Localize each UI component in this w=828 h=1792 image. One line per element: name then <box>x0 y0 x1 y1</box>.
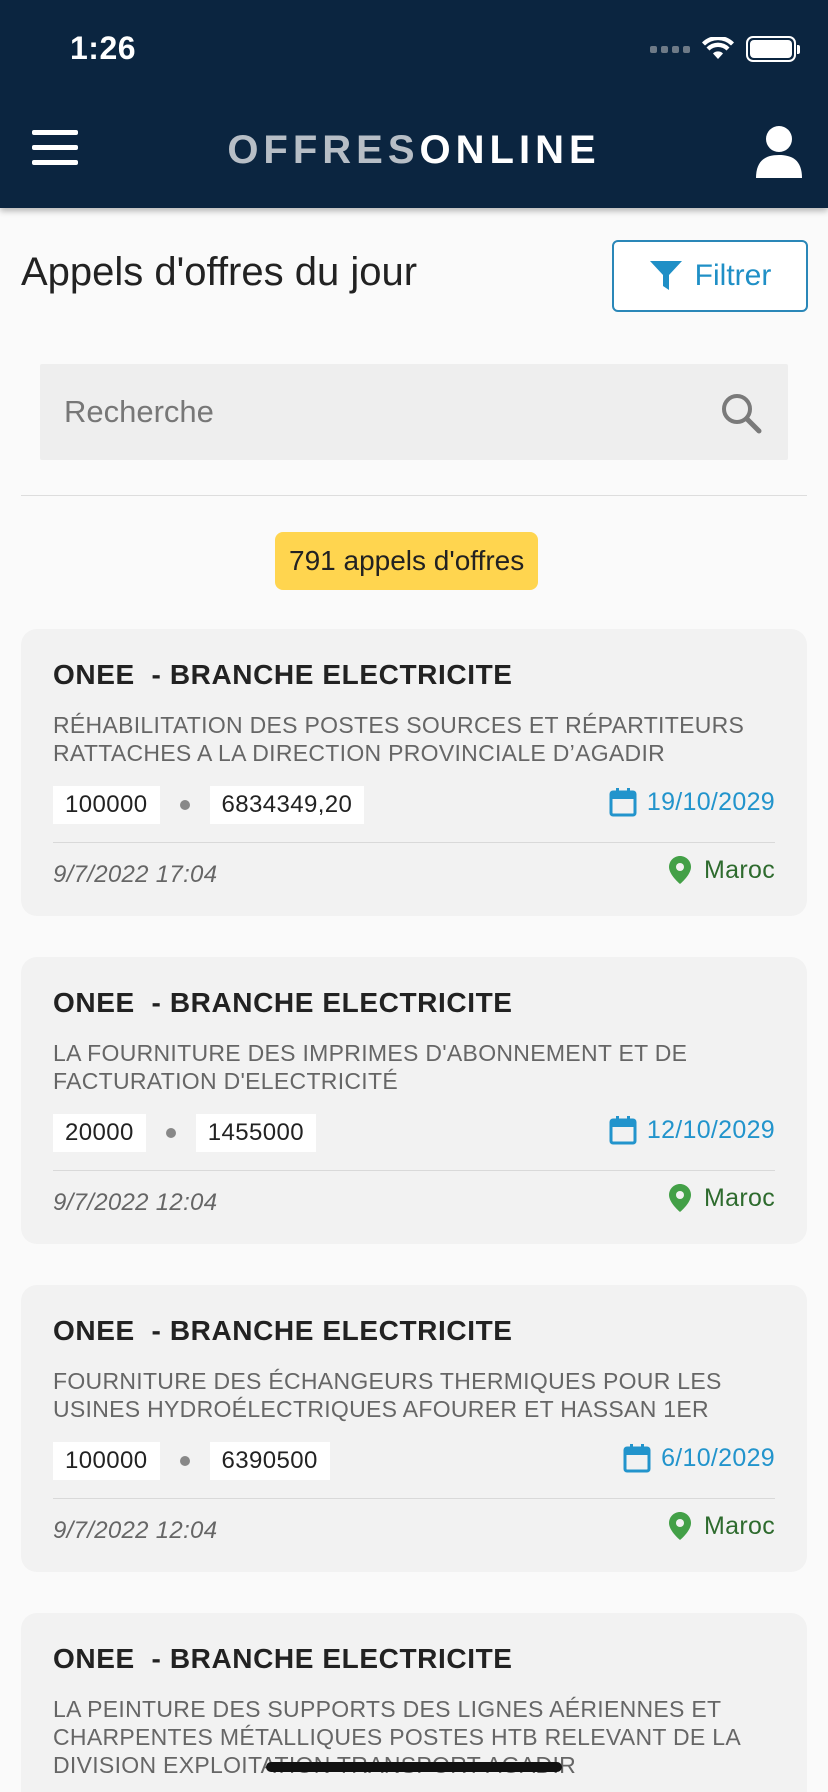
tender-description: LA FOURNITURE DES IMPRIMES D'ABONNEMENT … <box>53 1040 688 1094</box>
app-header: 1:26 OFFRESONLINE <box>0 0 828 208</box>
calendar-icon <box>609 1116 637 1145</box>
published-date: 9/7/2022 12:04 <box>53 1517 218 1544</box>
status-time: 1:26 <box>70 30 137 66</box>
amount-chip: 100000 <box>53 786 160 824</box>
tender-card[interactable]: ONEE - BRANCHE ELECTRICITE RÉHABILITATIO… <box>21 629 807 916</box>
deadline-date: 6/10/2029 <box>661 1443 775 1472</box>
tender-organization: ONEE - BRANCHE ELECTRICITE <box>53 1315 513 1346</box>
logo-offres: OFFRES <box>227 128 420 172</box>
tender-organization: ONEE - BRANCHE ELECTRICITE <box>53 659 513 690</box>
location-label: Maroc <box>704 1511 775 1540</box>
amount-chip: 20000 <box>53 1114 146 1152</box>
tender-card[interactable]: ONEE - BRANCHE ELECTRICITE LA FOURNITURE… <box>21 957 807 1244</box>
app-logo: OFFRESONLINE <box>0 128 828 173</box>
wifi-icon <box>702 37 734 59</box>
separator-dot <box>179 1456 190 1466</box>
logo-online: ONLINE <box>419 128 601 172</box>
tender-deadline: 19/10/2029 <box>609 787 775 817</box>
location-pin-icon <box>669 856 692 884</box>
tender-deadline: 12/10/2029 <box>609 1115 775 1145</box>
published-date: 9/7/2022 17:04 <box>53 861 218 888</box>
tender-amounts: 100000 6834349,20 <box>53 786 365 824</box>
published-date: 9/7/2022 12:04 <box>53 1189 218 1216</box>
battery-icon <box>746 36 800 62</box>
tender-amounts: 20000 1455000 <box>53 1114 316 1152</box>
deadline-date: 19/10/2029 <box>646 787 775 816</box>
tender-card[interactable]: ONEE - BRANCHE ELECTRICITE FOURNITURE DE… <box>21 1285 807 1572</box>
page-title: Appels d'offres du jour <box>21 250 418 294</box>
tender-description: RÉHABILITATION DES POSTES SOURCES ET RÉP… <box>53 712 745 766</box>
card-divider <box>53 1170 775 1171</box>
tender-location: Maroc <box>668 1183 775 1213</box>
filter-icon <box>649 261 682 290</box>
amount-chip: 6390500 <box>209 1442 330 1480</box>
tender-amounts: 100000 6390500 <box>53 1442 330 1480</box>
cellular-signal-icon <box>650 45 690 53</box>
card-divider <box>53 1498 775 1499</box>
separator-dot <box>179 800 190 810</box>
tender-organization: ONEE - BRANCHE ELECTRICITE <box>53 1643 513 1674</box>
divider <box>21 495 807 496</box>
search-icon[interactable] <box>720 392 762 434</box>
location-pin-icon <box>669 1512 692 1540</box>
calendar-icon <box>623 1444 651 1473</box>
search-input[interactable] <box>64 364 684 460</box>
results-count-badge: 791 appels d'offres <box>275 532 539 590</box>
separator-dot <box>165 1128 176 1138</box>
amount-chip: 6834349,20 <box>209 786 365 824</box>
search-bar <box>40 364 788 460</box>
card-divider <box>53 842 775 843</box>
home-indicator <box>266 1762 562 1772</box>
tender-location: Maroc <box>668 1511 775 1541</box>
deadline-date: 12/10/2029 <box>646 1115 775 1144</box>
status-icons <box>650 36 800 62</box>
user-profile-button[interactable] <box>754 124 804 178</box>
amount-chip: 100000 <box>53 1442 160 1480</box>
tender-organization: ONEE - BRANCHE ELECTRICITE <box>53 987 513 1018</box>
calendar-icon <box>609 788 637 817</box>
amount-chip: 1455000 <box>195 1114 316 1152</box>
tender-description: FOURNITURE DES ÉCHANGEURS THERMIQUES POU… <box>53 1368 722 1422</box>
location-label: Maroc <box>704 1183 775 1212</box>
filter-label: Filtrer <box>694 259 772 292</box>
tender-deadline: 6/10/2029 <box>623 1443 775 1473</box>
location-pin-icon <box>669 1184 692 1212</box>
tender-location: Maroc <box>668 855 775 885</box>
user-icon <box>756 126 802 178</box>
filter-button[interactable]: Filtrer <box>612 240 808 312</box>
location-label: Maroc <box>704 855 775 884</box>
